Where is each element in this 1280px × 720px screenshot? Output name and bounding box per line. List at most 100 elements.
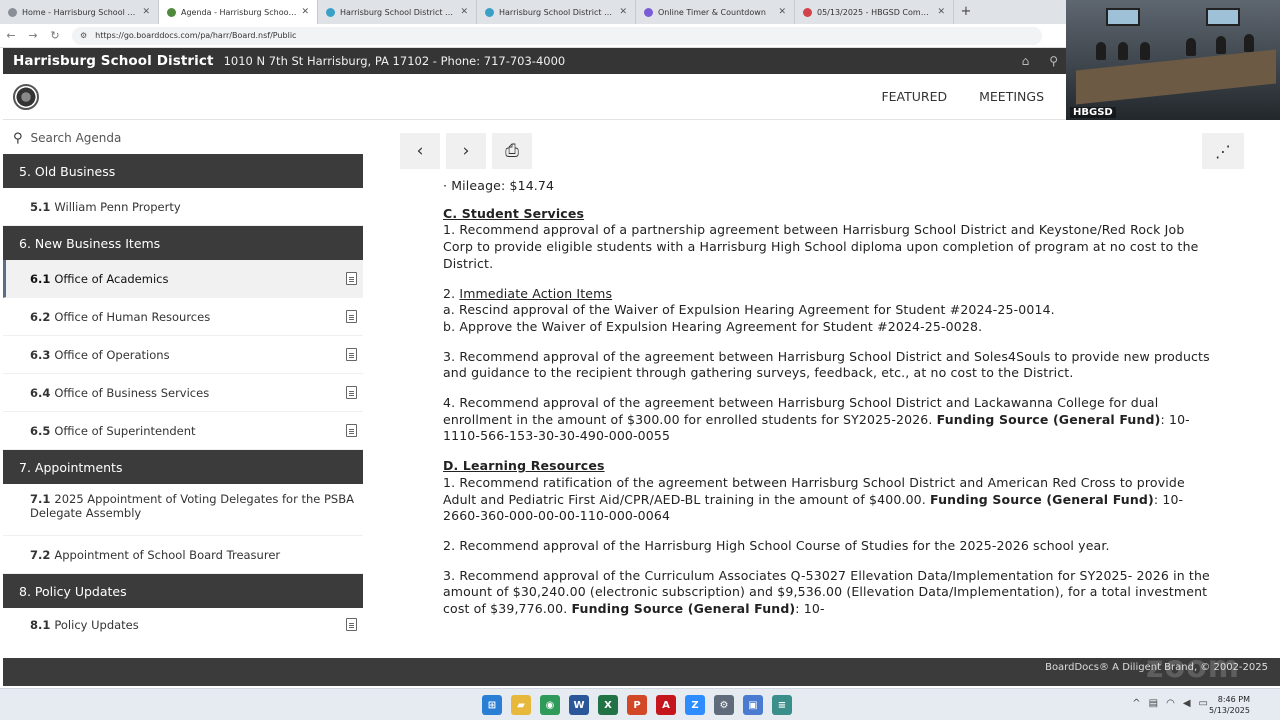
- ss-item-2b: b. Approve the Waiver of Expulsion Heari…: [443, 318, 983, 334]
- agenda-item-title: Office of Business Services: [54, 385, 210, 400]
- document-icon[interactable]: [346, 386, 357, 399]
- url-field[interactable]: ⚙ https://go.boarddocs.com/pa/harr/Board…: [72, 26, 1042, 45]
- new-tab-button[interactable]: +: [954, 0, 978, 24]
- agenda-item-title: 2025 Appointment of Voting Delegates for…: [30, 492, 354, 520]
- agenda-item[interactable]: 8.1 Policy Updates: [3, 608, 363, 640]
- video-person: [1186, 38, 1196, 56]
- network-icon[interactable]: ▤: [1149, 698, 1158, 709]
- agenda-item-number: 7.2: [30, 547, 51, 562]
- lr-item-3: 3. Recommend approval of the Curriculum …: [443, 568, 1213, 618]
- word-icon[interactable]: W: [569, 695, 589, 715]
- mileage-line: · Mileage: $14.74: [443, 178, 555, 193]
- powerpoint-icon[interactable]: P: [627, 695, 647, 715]
- agenda-section-header[interactable]: 5. Old Business: [3, 154, 363, 188]
- forward-icon[interactable]: →: [22, 29, 44, 42]
- agenda-item[interactable]: 7.1 2025 Appointment of Voting Delegates …: [3, 484, 363, 536]
- edge-browser-icon[interactable]: ◉: [540, 695, 560, 715]
- browser-tab[interactable]: 05/13/2025 - HBGSD Committee✕: [795, 0, 954, 24]
- agenda-item[interactable]: 7.2 Appointment of School Board Treasurer: [3, 536, 363, 574]
- district-logo-icon[interactable]: [13, 84, 39, 110]
- brand-bar: FEATURED MEETINGS: [3, 74, 1066, 120]
- agenda-item-title: Office of Superintendent: [54, 423, 196, 438]
- volume-icon[interactable]: ◀: [1183, 698, 1191, 709]
- close-tab-icon[interactable]: ✕: [937, 7, 945, 17]
- document-icon[interactable]: [346, 618, 357, 631]
- excel-icon[interactable]: X: [598, 695, 618, 715]
- agenda-item-label: 7.2 Appointment of School Board Treasurer: [30, 548, 280, 562]
- search-agenda[interactable]: ⚲ Search Agenda: [3, 122, 363, 154]
- agenda-item-title: Appointment of School Board Treasurer: [54, 547, 281, 562]
- agenda-item[interactable]: 5.1 William Penn Property: [3, 188, 363, 226]
- agenda-item-label: 6.2 Office of Human Resources: [30, 310, 210, 324]
- wifi-icon[interactable]: ◠: [1166, 698, 1175, 709]
- student-services-heading: C. Student Services: [443, 205, 585, 221]
- video-person: [1216, 36, 1226, 54]
- ss-item-2a: a. Rescind approval of the Waiver of Exp…: [443, 302, 1055, 318]
- ss-item-4: 4. Recommend approval of the agreement b…: [443, 395, 1213, 445]
- windows-start-icon[interactable]: ⊞: [482, 695, 502, 715]
- agenda-item-number: 6.3: [30, 347, 51, 362]
- agenda-item-content: · Mileage: $14.74 C. Student Services 1.…: [443, 178, 1213, 640]
- agenda-item-title: Policy Updates: [54, 617, 139, 632]
- close-tab-icon[interactable]: ✕: [619, 7, 627, 17]
- agenda-item-number: 6.2: [30, 309, 51, 324]
- agenda-section-header[interactable]: 6. New Business Items: [3, 226, 363, 260]
- agenda-item-title: Office of Human Resources: [54, 309, 211, 324]
- notepad-icon[interactable]: ≡: [772, 695, 792, 715]
- browser-tab[interactable]: Harrisburg School District 2025_ ✕: [477, 0, 636, 24]
- close-tab-icon[interactable]: ✕: [301, 7, 309, 17]
- document-icon[interactable]: [346, 348, 357, 361]
- agenda-item-number: 7.1: [30, 492, 51, 506]
- document-icon[interactable]: [346, 310, 357, 323]
- battery-icon[interactable]: ▭: [1199, 698, 1208, 709]
- home-icon[interactable]: ⌂: [1022, 54, 1030, 68]
- close-tab-icon[interactable]: ✕: [460, 7, 468, 17]
- tab-title: Online Timer & Countdown: [658, 7, 766, 17]
- browser-tab[interactable]: Home - Harrisburg School District ✕: [0, 0, 159, 24]
- screen: Home - Harrisburg School District✕Agenda…: [0, 0, 1280, 720]
- taskbar-clock[interactable]: 8:46 PM 5/13/2025: [1209, 694, 1250, 716]
- nav-meetings[interactable]: MEETINGS: [979, 89, 1044, 104]
- next-item-button[interactable]: ›: [446, 133, 486, 169]
- agenda-item-label: 5.1 William Penn Property: [30, 200, 181, 214]
- tab-favicon-icon: [803, 7, 812, 17]
- nav-featured[interactable]: FEATURED: [881, 89, 947, 104]
- agenda-item[interactable]: 6.2 Office of Human Resources: [3, 298, 363, 336]
- previous-item-button[interactable]: ‹: [400, 133, 440, 169]
- agenda-item-title: William Penn Property: [54, 199, 181, 214]
- back-icon[interactable]: ←: [0, 29, 22, 42]
- agenda-item[interactable]: 6.1 Office of Academics: [3, 260, 363, 298]
- search-icon[interactable]: ⚲: [1049, 54, 1058, 68]
- windows-taskbar: ⊞ ▰ ◉ W X P A Z ⚙ ▣ ≡ ^ ▤ ◠ ◀ ▭ 8:46 PM …: [0, 688, 1280, 720]
- agenda-item[interactable]: 6.3 Office of Operations: [3, 336, 363, 374]
- clock-time: 8:46 PM: [1217, 695, 1250, 704]
- share-icon: ⋰: [1215, 141, 1231, 161]
- store-icon[interactable]: ▣: [743, 695, 763, 715]
- chevron-up-icon[interactable]: ^: [1132, 698, 1140, 709]
- browser-tab[interactable]: Harrisburg School District 2025_ ✕: [318, 0, 477, 24]
- print-button[interactable]: ⎙: [492, 133, 532, 169]
- reload-icon[interactable]: ↻: [44, 29, 66, 42]
- agenda-item-title: Office of Operations: [54, 347, 170, 362]
- agenda-section-header[interactable]: 7. Appointments: [3, 450, 363, 484]
- agenda-section-header[interactable]: 8. Policy Updates: [3, 574, 363, 608]
- share-button[interactable]: ⋰: [1202, 133, 1244, 169]
- file-explorer-icon[interactable]: ▰: [511, 695, 531, 715]
- acrobat-icon[interactable]: A: [656, 695, 676, 715]
- browser-tab[interactable]: Online Timer & Countdown ✕: [636, 0, 795, 24]
- agenda-item[interactable]: 6.4 Office of Business Services: [3, 374, 363, 412]
- close-tab-icon[interactable]: ✕: [778, 7, 786, 17]
- video-screen-right: [1206, 8, 1240, 26]
- zoom-icon[interactable]: Z: [685, 695, 705, 715]
- site-info-icon[interactable]: ⚙: [80, 31, 87, 40]
- copyright-text: BoardDocs® A Diligent Brand, © 2002-2025: [1045, 662, 1268, 673]
- document-icon[interactable]: [346, 424, 357, 437]
- document-icon[interactable]: [346, 272, 357, 285]
- url-text: https://go.boarddocs.com/pa/harr/Board.n…: [95, 31, 297, 40]
- agenda-item[interactable]: 6.5 Office of Superintendent: [3, 412, 363, 450]
- tab-title: Harrisburg School District 2025_: [499, 7, 615, 17]
- settings-icon[interactable]: ⚙: [714, 695, 734, 715]
- search-agenda-input[interactable]: Search Agenda: [31, 131, 122, 145]
- close-tab-icon[interactable]: ✕: [142, 7, 150, 17]
- browser-tab[interactable]: Agenda - Harrisburg School District ✕: [159, 0, 318, 24]
